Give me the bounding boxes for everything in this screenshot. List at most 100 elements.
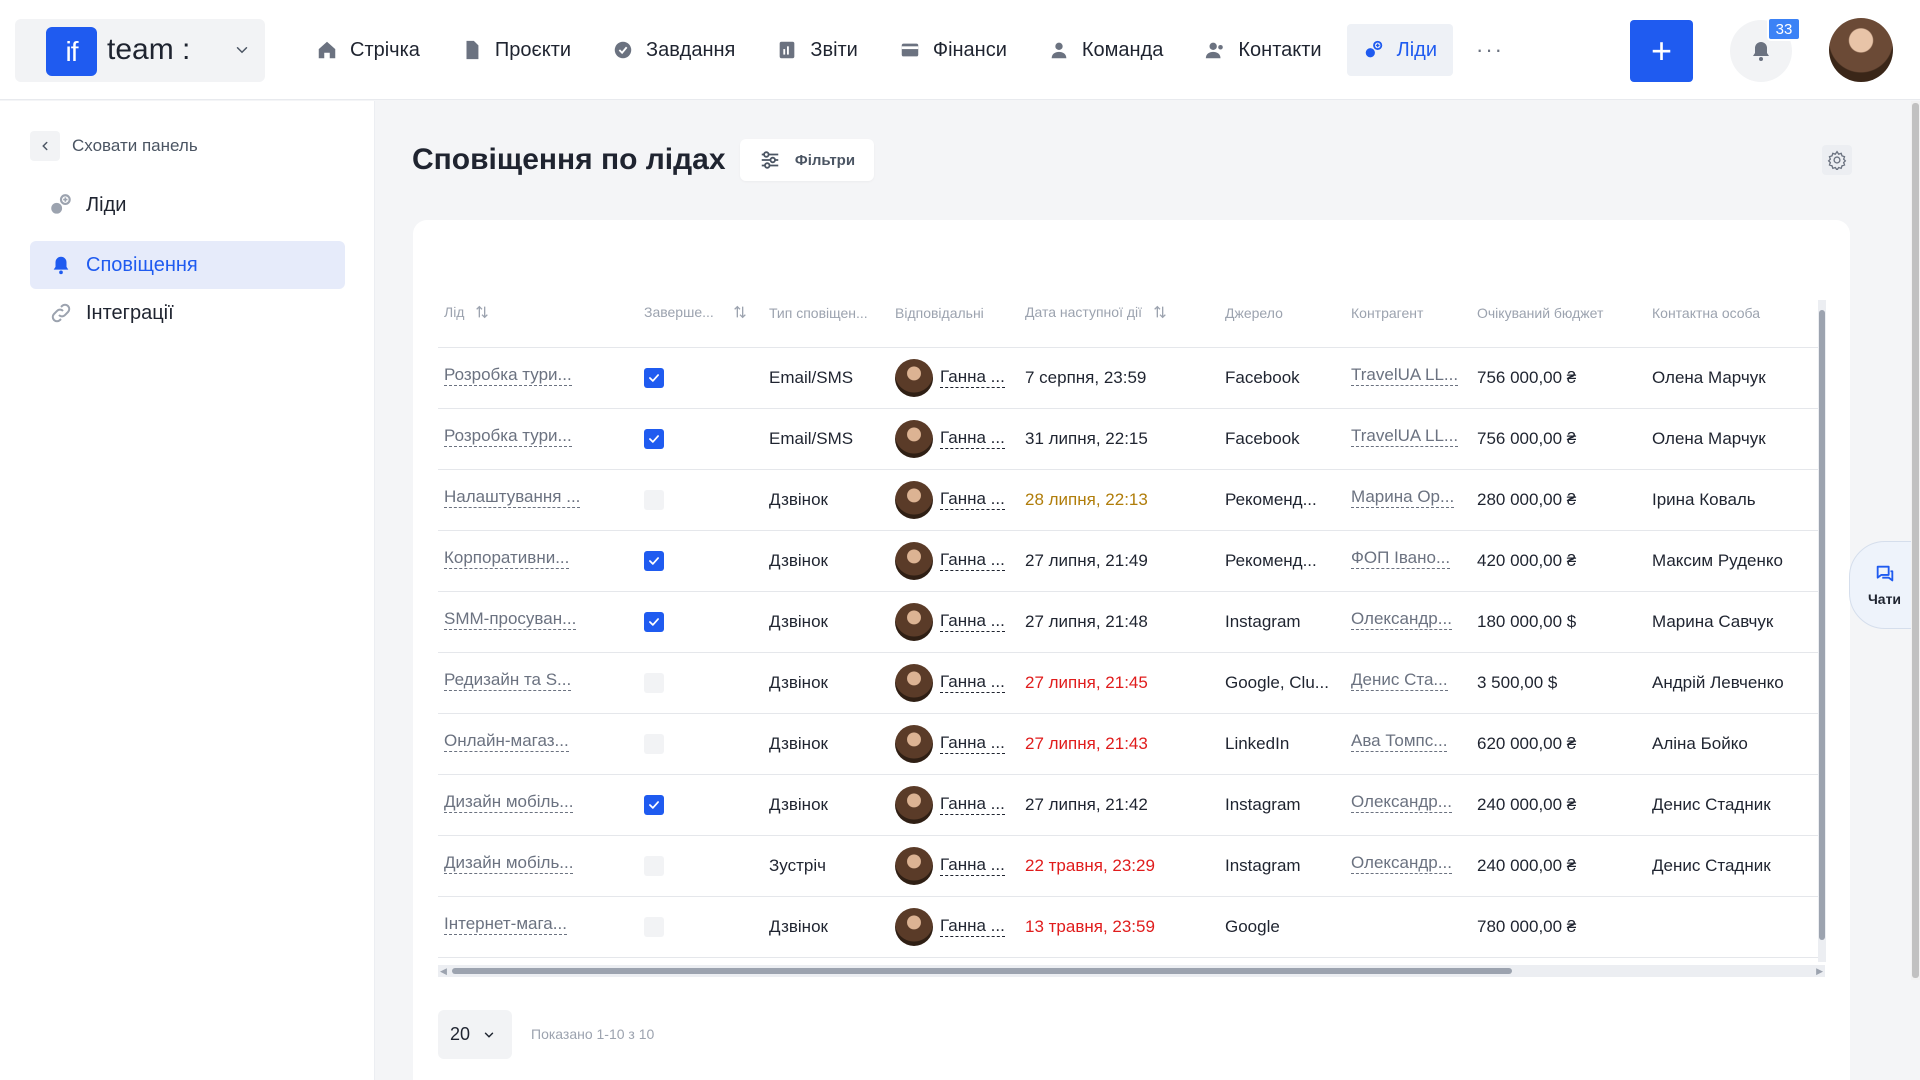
nav-item-reports[interactable]: Звіти: [760, 24, 873, 76]
done-checkbox[interactable]: [644, 550, 664, 571]
lead-link[interactable]: Онлайн-магаз...: [444, 731, 569, 752]
column-header-next-date[interactable]: Дата наступної дії: [1019, 280, 1219, 348]
column-header-budget[interactable]: Очікуваний бюджет: [1471, 280, 1646, 348]
table-row[interactable]: Розробка тури... Email/SMS Ганна ... 31 лип…: [438, 408, 1825, 470]
responsible-name[interactable]: Ганна ...: [940, 733, 1005, 754]
column-header-contact[interactable]: Контактна особа: [1646, 280, 1825, 348]
responsible-name[interactable]: Ганна ...: [940, 611, 1005, 632]
avatar[interactable]: [895, 663, 933, 702]
table-row[interactable]: SMM-просуван... Дзвінок Ганна ... 27 липня,…: [438, 591, 1825, 653]
cell-lead: Онлайн-магаз...: [438, 713, 638, 775]
responsible-name[interactable]: Ганна ...: [940, 855, 1005, 876]
column-header-counterparty[interactable]: Контрагент: [1345, 280, 1471, 348]
column-header-done[interactable]: Заверше...: [638, 280, 763, 348]
scrollbar-thumb[interactable]: [1912, 103, 1919, 978]
done-checkbox[interactable]: [644, 916, 664, 937]
nav-more-button[interactable]: ···: [1462, 37, 1518, 63]
nav-item-finance[interactable]: Фінанси: [883, 24, 1023, 76]
responsible-name[interactable]: Ганна ...: [940, 550, 1005, 571]
chats-button[interactable]: Чати: [1849, 541, 1920, 629]
done-checkbox[interactable]: [644, 733, 664, 754]
scroll-left-arrow[interactable]: ◀: [440, 966, 447, 977]
lead-link[interactable]: Дизайн мобіль...: [444, 792, 574, 813]
filters-button[interactable]: Фільтри: [740, 139, 874, 181]
sidebar-item-leads[interactable]: Ліди: [30, 181, 345, 229]
responsible-name[interactable]: Ганна ...: [940, 916, 1005, 937]
lead-link[interactable]: Інтернет-мага...: [444, 914, 567, 935]
table-row[interactable]: Налаштування ... Дзвінок Ганна ... 28 липня…: [438, 469, 1825, 531]
counterparty-link[interactable]: Ава Томпс...: [1351, 731, 1448, 752]
nav-item-leads[interactable]: Ліди: [1346, 24, 1453, 76]
responsible-name[interactable]: Ганна ...: [940, 428, 1005, 449]
responsible-name[interactable]: Ганна ...: [940, 367, 1005, 388]
responsible-name[interactable]: Ганна ...: [940, 672, 1005, 693]
lead-link[interactable]: Розробка тури...: [444, 426, 572, 447]
page-scrollbar[interactable]: [1911, 101, 1920, 980]
sort-icon[interactable]: [1152, 304, 1168, 323]
counterparty-link[interactable]: Олександр...: [1351, 853, 1452, 874]
done-checkbox[interactable]: [644, 428, 664, 449]
sidebar-item-notifications[interactable]: Сповіщення: [30, 241, 345, 289]
avatar[interactable]: [895, 358, 933, 397]
done-checkbox[interactable]: [644, 672, 664, 693]
counterparty-link[interactable]: ФОП Івано...: [1351, 548, 1451, 569]
lead-link[interactable]: Налаштування ...: [444, 487, 581, 508]
sort-icon[interactable]: [732, 304, 748, 323]
sidebar-item-integrations[interactable]: Інтеграції: [30, 289, 345, 337]
table-row[interactable]: Корпоративни... Дзвінок Ганна ... 27 липня,…: [438, 530, 1825, 592]
done-checkbox[interactable]: [644, 855, 664, 876]
responsible-name[interactable]: Ганна ...: [940, 489, 1005, 510]
horizontal-scrollbar[interactable]: ◀ ▶: [438, 965, 1825, 977]
lead-link[interactable]: Редизайн та S...: [444, 670, 572, 691]
counterparty-link[interactable]: Марина Ор...: [1351, 487, 1455, 508]
avatar[interactable]: [895, 724, 933, 763]
hide-panel-button[interactable]: Сховати панель: [30, 131, 198, 161]
counterparty-link[interactable]: Олександр...: [1351, 609, 1452, 630]
table-row[interactable]: Редизайн та S... Дзвінок Ганна ... 27 липня…: [438, 652, 1825, 714]
counterparty-link[interactable]: TravelUA LL...: [1351, 426, 1459, 447]
table-row[interactable]: Інтернет-мага... Дзвінок Ганна ... 13 травн…: [438, 896, 1825, 958]
column-header-type[interactable]: Тип сповіщен...: [763, 280, 889, 348]
scroll-right-arrow[interactable]: ▶: [1816, 966, 1823, 977]
sort-icon[interactable]: [474, 304, 490, 323]
table-settings-button[interactable]: [1822, 145, 1852, 175]
scrollbar-thumb[interactable]: [452, 968, 1512, 974]
counterparty-link[interactable]: Денис Ста...: [1351, 670, 1448, 691]
avatar[interactable]: [895, 785, 933, 824]
done-checkbox[interactable]: [644, 367, 664, 388]
nav-item-contacts[interactable]: Контакти: [1188, 24, 1337, 76]
table-row[interactable]: Розробка тури... Email/SMS Ганна ... 7 серп…: [438, 347, 1825, 409]
table-row[interactable]: Онлайн-магаз... Дзвінок Ганна ... 27 липня,…: [438, 713, 1825, 775]
nav-item-tasks[interactable]: Завдання: [596, 24, 751, 76]
nav-item-projects[interactable]: Проєкти: [445, 24, 587, 76]
counterparty-link[interactable]: Олександр...: [1351, 792, 1452, 813]
lead-link[interactable]: SMM-просуван...: [444, 609, 577, 630]
team-switcher[interactable]: if team :: [15, 19, 265, 82]
add-button[interactable]: +: [1630, 20, 1693, 82]
column-header-responsible[interactable]: Відповідальні: [889, 280, 1019, 348]
avatar[interactable]: [895, 602, 933, 641]
page-size-select[interactable]: 20: [438, 1010, 512, 1059]
responsible-name[interactable]: Ганна ...: [940, 794, 1005, 815]
done-checkbox[interactable]: [644, 489, 664, 510]
vertical-scrollbar[interactable]: [1818, 300, 1826, 962]
table-row[interactable]: Дизайн мобіль... Зустріч Ганна ... 22 травн…: [438, 835, 1825, 897]
lead-link[interactable]: Дизайн мобіль...: [444, 853, 574, 874]
avatar[interactable]: [895, 907, 933, 946]
avatar[interactable]: [895, 419, 933, 458]
avatar[interactable]: [895, 541, 933, 580]
counterparty-link[interactable]: TravelUA LL...: [1351, 365, 1459, 386]
avatar[interactable]: [895, 846, 933, 885]
lead-link[interactable]: Корпоративни...: [444, 548, 570, 569]
column-header-source[interactable]: Джерело: [1219, 280, 1345, 348]
table-row[interactable]: Дизайн мобіль... Дзвінок Ганна ... 27 липня…: [438, 774, 1825, 836]
done-checkbox[interactable]: [644, 794, 664, 815]
avatar[interactable]: [895, 480, 933, 519]
done-checkbox[interactable]: [644, 611, 664, 632]
column-header-lead[interactable]: Лід: [438, 280, 638, 348]
scrollbar-thumb[interactable]: [1819, 310, 1825, 940]
nav-item-team[interactable]: Команда: [1032, 24, 1179, 76]
user-avatar[interactable]: [1829, 18, 1893, 82]
nav-item-feed[interactable]: Стрічка: [300, 24, 436, 76]
lead-link[interactable]: Розробка тури...: [444, 365, 572, 386]
